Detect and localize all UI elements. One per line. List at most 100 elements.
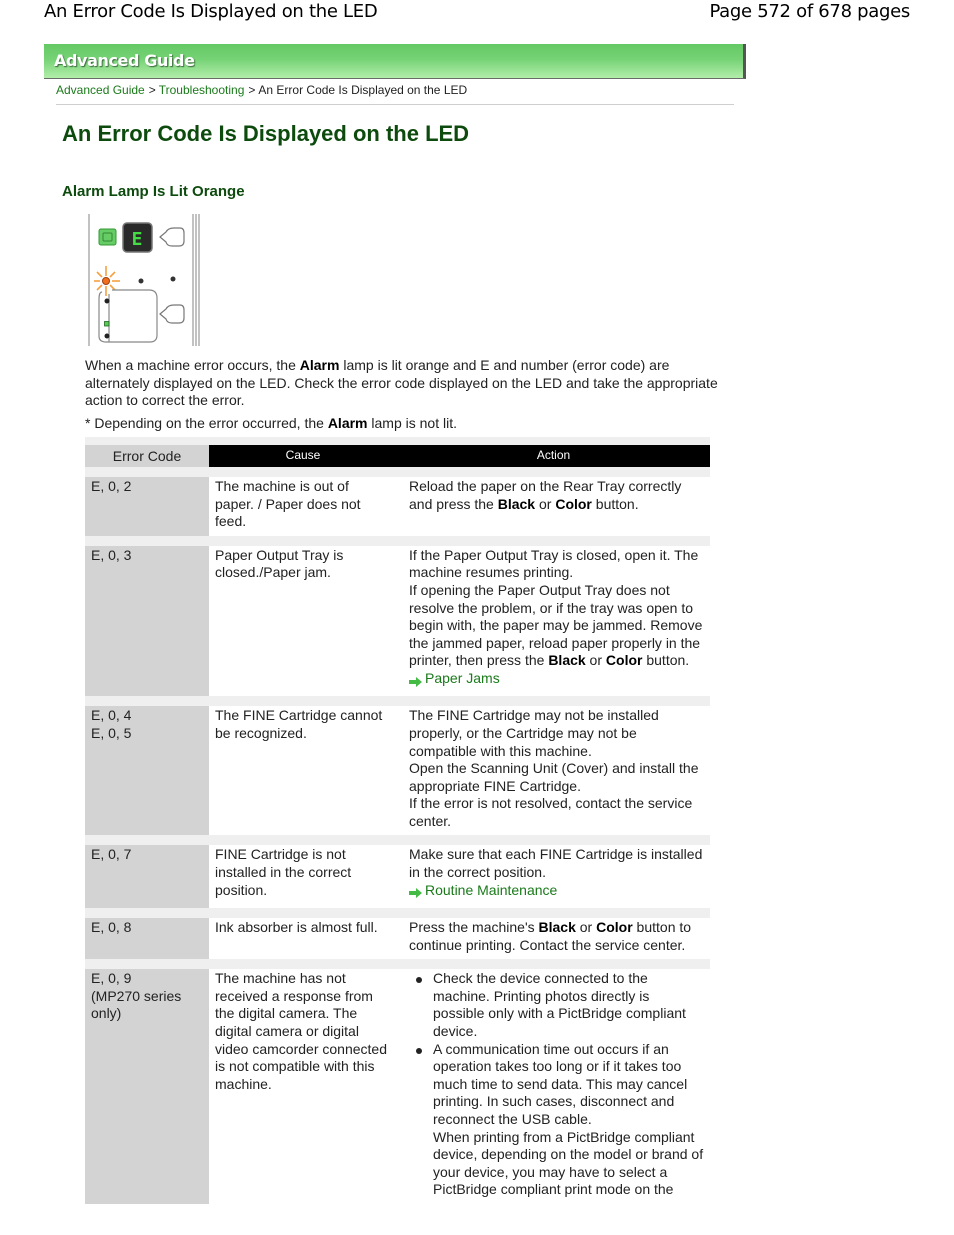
page-title: An Error Code Is Displayed on the LED (62, 121, 470, 146)
error-code-value: E, 0, 2 (91, 478, 132, 494)
link-label: Routine Maintenance (425, 881, 558, 898)
error-code-value: E, 0, 4 (91, 707, 132, 724)
page-indicator: Page 572 of 678 pages (709, 1, 910, 22)
button-name: Color (605, 652, 643, 669)
table-row: E, 0, 8 Ink absorber is almost full. Press… (85, 918, 710, 960)
action-text: Check the device connected to the machin… (409, 969, 704, 1204)
action-list: Check the device connected to the machin… (409, 970, 704, 1199)
error-code-cell: E, 0, 9 (MP270 series only) (85, 969, 209, 1204)
indicator-dot (104, 333, 110, 339)
action-text: Press the machine's Black or Color butto… (409, 919, 692, 953)
section-heading: Alarm Lamp Is Lit Orange (62, 183, 245, 200)
header-action: Action (397, 445, 710, 467)
table-row: E, 0, 9 (MP270 series only) The machine ha… (85, 969, 710, 1204)
breadcrumb-current: An Error Code Is Displayed on the LED (258, 83, 468, 97)
action-cell: If the Paper Output Tray is closed, open… (397, 546, 710, 697)
bullet-icon (416, 1047, 422, 1054)
note-paragraph: * Depending on the error occurred, the A… (85, 415, 457, 431)
action-cell: Reload the paper on the Rear Tray correc… (397, 477, 710, 536)
table-row: E, 0, 2 The machine is out of paper. / Pa… (85, 477, 710, 536)
table-body: E, 0, 2 The machine is out of paper. / Pa… (85, 467, 710, 1204)
arrow-right-icon (409, 885, 423, 899)
cause-text: The FINE Cartridge cannot be recognized. (215, 707, 383, 741)
led-character: E (132, 229, 143, 250)
divider (56, 104, 734, 105)
action-text: If the Paper Output Tray is closed, open… (409, 546, 703, 688)
header-error-code: Error Code (85, 445, 209, 467)
breadcrumb-troubleshooting[interactable]: Troubleshooting (159, 83, 245, 97)
button-name: Black (497, 495, 536, 512)
action-cell: Check the device connected to the machin… (397, 969, 710, 1204)
breadcrumb-advanced-guide[interactable]: Advanced Guide (56, 83, 145, 97)
cause-cell: Ink absorber is almost full. (209, 918, 397, 959)
action-cell: The FINE Cartridge may not be installed … (397, 706, 710, 835)
cause-cell: Paper Output Tray is closed./Paper jam. (209, 546, 397, 697)
action-cell: Make sure that each FINE Cartridge is in… (397, 845, 710, 908)
button-name: Color (596, 919, 633, 936)
cause-text: The machine has not received a response … (215, 970, 387, 1092)
button-name: Color (555, 495, 592, 512)
banner-label: Advanced Guide (54, 51, 195, 70)
alarm-label: Alarm (327, 415, 368, 431)
error-code-value: E, 0, 3 (91, 546, 132, 563)
indicator-dot (170, 276, 176, 282)
action-cell: Press the machine's Black or Color butto… (397, 918, 710, 959)
document-title: An Error Code Is Displayed on the LED (44, 1, 378, 22)
header-cause: Cause (209, 445, 397, 467)
error-code-table: Error Code Cause Action E, 0, 2 The machi… (85, 437, 710, 1204)
row-gap (85, 835, 710, 846)
table-row: E, 0, 7 FINE Cartridge is not installed i… (85, 845, 710, 909)
error-code-value: E, 0, 5 (91, 724, 132, 741)
advanced-guide-banner: Advanced Guide (44, 44, 746, 79)
row-gap (85, 467, 710, 477)
row-gap (85, 535, 710, 546)
breadcrumb: Advanced Guide > Troubleshooting > An Error … (56, 83, 467, 97)
action-list-item: A communication time out occurs if an op… (416, 1041, 704, 1199)
error-code-cell: E, 0, 2 (85, 477, 209, 536)
error-code-cell: E, 0, 3 (85, 545, 209, 697)
cause-text: Ink absorber is almost full. (215, 919, 378, 936)
button-name: Black (548, 652, 586, 669)
action-text: Make sure that each FINE Cartridge is in… (409, 846, 703, 900)
operation-panel-figure: E (86, 214, 204, 346)
arrow-right-icon (409, 674, 423, 687)
error-code-value: E, 0, 8 (91, 919, 132, 936)
alarm-label: Alarm (299, 357, 340, 373)
error-code-cell: E, 0, 4 E, 0, 5 (85, 706, 209, 836)
cause-cell: FINE Cartridge is not installed in the c… (209, 845, 397, 908)
indicator-dot-green (104, 321, 110, 327)
cause-text: Paper Output Tray is closed./Paper jam. (215, 546, 344, 581)
error-code-cell: E, 0, 7 (85, 845, 209, 909)
link-paper-jams[interactable]: Paper Jams (409, 670, 500, 688)
error-code-value: E, 0, 9 (91, 970, 132, 987)
cause-cell: The machine is out of paper. / Paper doe… (209, 477, 397, 536)
table-row: E, 0, 4 E, 0, 5 The FINE Cartridge cannot … (85, 706, 710, 836)
table-row: E, 0, 3 Paper Output Tray is closed./Pape… (85, 545, 710, 697)
link-routine-maintenance[interactable]: Routine Maintenance (409, 882, 557, 900)
row-gap (85, 908, 710, 919)
error-code-value: E, 0, 7 (91, 846, 132, 863)
action-text: The FINE Cartridge may not be installed … (409, 707, 699, 829)
table-header-row: Error Code Cause Action (85, 445, 710, 467)
cause-cell: The FINE Cartridge cannot be recognized. (209, 706, 397, 835)
row-gap (85, 959, 710, 970)
action-list-item: Check the device connected to the machin… (416, 970, 704, 1040)
indicator-dot (138, 278, 144, 284)
page-header: An Error Code Is Displayed on the LED Pa… (0, 0, 954, 30)
indicator-dot (104, 298, 110, 304)
power-button-icon (98, 228, 117, 246)
breadcrumb-separator: > (248, 83, 256, 97)
intro-paragraph: When a machine error occurs, the Alarm l… (85, 357, 718, 409)
bullet-icon (416, 977, 422, 984)
table-top-strip (85, 437, 710, 445)
cause-cell: The machine has not received a response … (209, 969, 397, 1204)
action-text: Reload the paper on the Rear Tray correc… (409, 478, 682, 512)
button-name: Black (538, 919, 576, 936)
error-code-value: (MP270 series only) (91, 987, 182, 1022)
breadcrumb-separator: > (148, 83, 156, 97)
cause-text: The machine is out of paper. / Paper doe… (215, 478, 361, 530)
row-gap (85, 696, 710, 707)
error-code-cell: E, 0, 8 (85, 918, 209, 960)
cause-text: FINE Cartridge is not installed in the c… (215, 846, 352, 898)
link-label: Paper Jams (425, 669, 500, 686)
